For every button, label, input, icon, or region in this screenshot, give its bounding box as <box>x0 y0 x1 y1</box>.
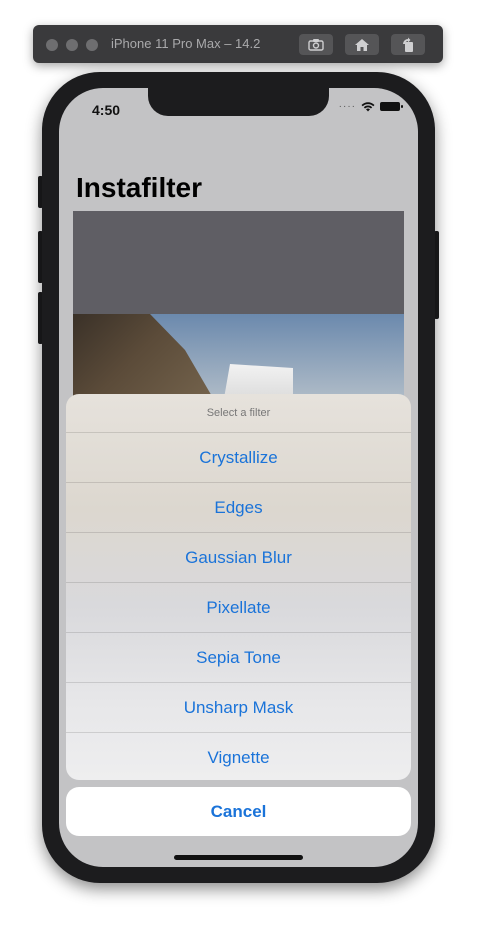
filter-option-pixellate[interactable]: Pixellate <box>66 583 411 633</box>
rotate-icon <box>403 37 413 52</box>
close-window-dot[interactable] <box>46 39 58 51</box>
filter-option-sepia-tone[interactable]: Sepia Tone <box>66 633 411 683</box>
camera-icon <box>308 39 324 51</box>
action-sheet: Select a filter Crystallize Edges Gaussi… <box>66 394 411 780</box>
rotate-button[interactable] <box>391 34 425 55</box>
filter-option-unsharp-mask[interactable]: Unsharp Mask <box>66 683 411 733</box>
filter-option-gaussian-blur[interactable]: Gaussian Blur <box>66 533 411 583</box>
minimize-window-dot[interactable] <box>66 39 78 51</box>
filter-option-vignette[interactable]: Vignette <box>66 733 411 780</box>
home-indicator[interactable] <box>174 855 303 860</box>
screenshot-button[interactable] <box>299 34 333 55</box>
zoom-window-dot[interactable] <box>86 39 98 51</box>
home-icon <box>355 38 369 51</box>
cellular-signal-icon: ···· <box>338 101 356 112</box>
wifi-icon <box>361 101 375 111</box>
page-title: Instafilter <box>76 172 203 203</box>
filter-option-crystallize[interactable]: Crystallize <box>66 433 411 483</box>
simulator-title-bar: iPhone 11 Pro Max – 14.2 <box>33 25 443 63</box>
notch <box>148 88 329 116</box>
simulator-title: iPhone 11 Pro Max – 14.2 <box>111 36 261 51</box>
device-screen: 4:50 ···· Instafilter Select a filter Cr… <box>59 88 418 867</box>
cancel-button[interactable]: Cancel <box>66 787 411 836</box>
home-button[interactable] <box>345 34 379 55</box>
battery-icon <box>380 102 403 111</box>
filter-option-edges[interactable]: Edges <box>66 483 411 533</box>
status-time: 4:50 <box>92 102 121 118</box>
status-indicators: ···· <box>338 101 403 112</box>
action-sheet-title: Select a filter <box>66 394 411 433</box>
